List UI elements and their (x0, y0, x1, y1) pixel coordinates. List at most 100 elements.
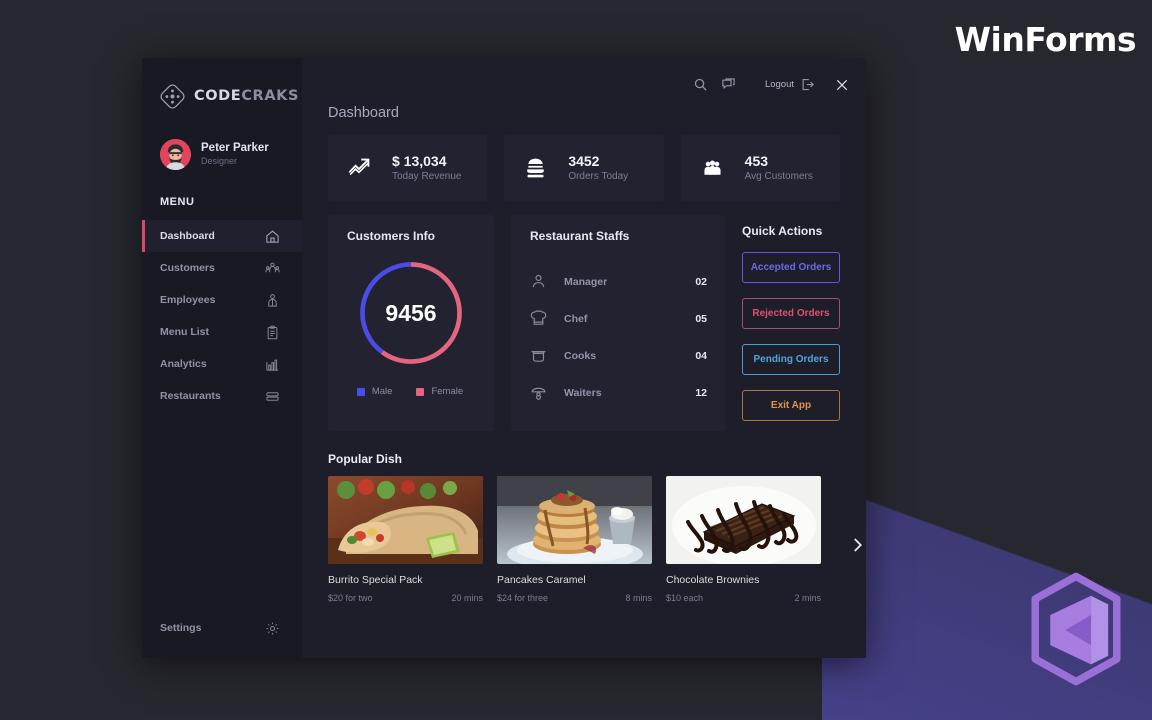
legend-swatch (416, 387, 425, 396)
staff-row: Cooks 04 (530, 337, 707, 374)
gear-icon (266, 622, 279, 634)
staff-role: Chef (564, 312, 588, 325)
staff-list: Manager 02 Chef 05 Cooks 04 Waiters 12 (530, 263, 725, 411)
dish-time: 8 mins (625, 593, 652, 603)
burger-icon (527, 158, 545, 177)
brand: CODECRAKS (142, 58, 302, 114)
waiter-icon (531, 387, 546, 400)
person-icon (532, 274, 545, 288)
staff-count: 04 (695, 349, 707, 362)
stat-label: Orders Today (568, 171, 629, 182)
quick-actions-title: Quick Actions (742, 224, 823, 238)
bar-chart-icon (266, 359, 279, 371)
logout-label: Logout (764, 79, 794, 90)
diamond-logo-icon (160, 83, 185, 109)
app-window: CODECRAKS Peter Parker Designer MENU Das… (142, 58, 866, 658)
sidebar-item-label: Menu List (160, 326, 209, 338)
stat-value: $ 13,034 (392, 153, 447, 169)
sidebar-item-label: Dashboard (160, 230, 215, 242)
stat-card-orders[interactable]: 3452 Orders Today (504, 135, 664, 201)
chat-icon[interactable] (721, 77, 736, 92)
donut-chart: 9456 (355, 257, 467, 369)
pending-orders-button[interactable]: Pending Orders (742, 344, 840, 375)
donut-center-value: 9456 (385, 299, 437, 326)
menu-section-label: MENU (160, 196, 195, 208)
stat-value: 453 (744, 153, 769, 169)
topbar: Logout (302, 58, 866, 111)
legend-label: Male (371, 386, 393, 397)
cooking-pot-icon (531, 351, 546, 362)
stat-card-revenue[interactable]: $ 13,034 Today Revenue (328, 135, 488, 201)
dish-card[interactable]: Burrito Special Pack $20 for two 20 mins (328, 476, 483, 603)
stat-card-customers[interactable]: 453 Avg Customers (680, 135, 840, 201)
popular-dish-row: Burrito Special Pack $20 for two 20 mins (328, 476, 863, 603)
people-group-icon (704, 160, 721, 175)
logout-button[interactable]: Logout (765, 77, 815, 92)
brand-text-primary: CODE (194, 88, 242, 104)
rejected-orders-button[interactable]: Rejected Orders (742, 298, 840, 329)
exit-app-button[interactable]: Exit App (742, 390, 840, 421)
dish-name: Pancakes Caramel (497, 574, 586, 586)
dish-price: $20 for two (328, 593, 373, 603)
profile-name: Peter Parker (201, 142, 269, 154)
staff-count: 12 (695, 386, 707, 399)
legend-label: Female (431, 386, 464, 397)
sidebar-item-employees[interactable]: Employees (142, 284, 302, 316)
legend-item-male: Male (356, 386, 393, 397)
main-area: Logout Dashboard $ 13,034 Today Revenue … (302, 58, 866, 658)
restaurant-icon (266, 391, 279, 401)
clipboard-icon (267, 325, 278, 339)
dish-card[interactable]: Chocolate Brownies $10 each 2 mins (666, 476, 821, 603)
brand-text-secondary: CRAKS (241, 88, 300, 104)
sidebar-item-customers[interactable]: Customers (142, 252, 302, 284)
staff-count: 05 (695, 312, 707, 325)
avatar (160, 138, 191, 170)
profile[interactable]: Peter Parker Designer (142, 114, 302, 172)
staff-role: Manager (564, 275, 608, 288)
sidebar-item-settings[interactable]: Settings (142, 612, 302, 644)
brownie-photo (666, 476, 821, 564)
sidebar-item-label: Customers (160, 262, 215, 274)
sidebar: CODECRAKS Peter Parker Designer MENU Das… (142, 58, 302, 658)
sidebar-item-label: Employees (160, 294, 216, 306)
chevron-right-icon[interactable] (848, 536, 866, 554)
dish-price: $24 for three (497, 593, 549, 603)
sidebar-item-analytics[interactable]: Analytics (142, 348, 302, 380)
legend-item-female: Female (416, 386, 463, 397)
sidebar-nav: Dashboard Customers Employees Menu List … (142, 220, 302, 412)
accepted-orders-button[interactable]: Accepted Orders (742, 252, 840, 283)
restaurant-staffs-panel: Restaurant Staffs Manager 02 Chef 05 Coo… (511, 215, 725, 431)
stat-label: Today Revenue (392, 171, 462, 182)
sidebar-item-label: Settings (160, 622, 202, 634)
search-icon[interactable] (693, 77, 708, 92)
sidebar-item-dashboard[interactable]: Dashboard (142, 220, 302, 252)
staff-row: Chef 05 (530, 300, 707, 337)
stat-value: 3452 (568, 153, 600, 169)
dish-card[interactable]: Pancakes Caramel $24 for three 8 mins (497, 476, 652, 603)
visual-studio-logo (1031, 572, 1121, 686)
sidebar-item-menu-list[interactable]: Menu List (142, 316, 302, 348)
customers-icon (265, 262, 280, 272)
staff-row: Waiters 12 (530, 374, 707, 411)
dish-time: 2 mins (794, 593, 821, 603)
pancakes-photo (497, 476, 652, 564)
donut-legend: Male Female (345, 386, 475, 397)
close-icon[interactable] (835, 78, 849, 92)
customers-info-title: Customers Info (347, 229, 436, 243)
profile-role: Designer (201, 156, 238, 166)
staff-row: Manager 02 (530, 263, 707, 300)
sidebar-item-label: Analytics (160, 358, 207, 370)
dish-name: Chocolate Brownies (666, 574, 760, 586)
burrito-photo (328, 476, 483, 564)
content: $ 13,034 Today Revenue 3452 Orders Today (302, 135, 866, 603)
dish-price: $10 each (666, 593, 704, 603)
stat-label: Avg Customers (744, 171, 813, 182)
sidebar-item-restaurants[interactable]: Restaurants (142, 380, 302, 412)
customers-info-panel: Customers Info 9456 Male Female (328, 215, 494, 431)
trend-up-icon (348, 158, 370, 175)
home-icon (266, 229, 279, 243)
popular-dish-title: Popular Dish (328, 452, 403, 466)
dish-meta: $24 for three 8 mins (497, 593, 652, 603)
dish-name: Burrito Special Pack (328, 574, 423, 586)
